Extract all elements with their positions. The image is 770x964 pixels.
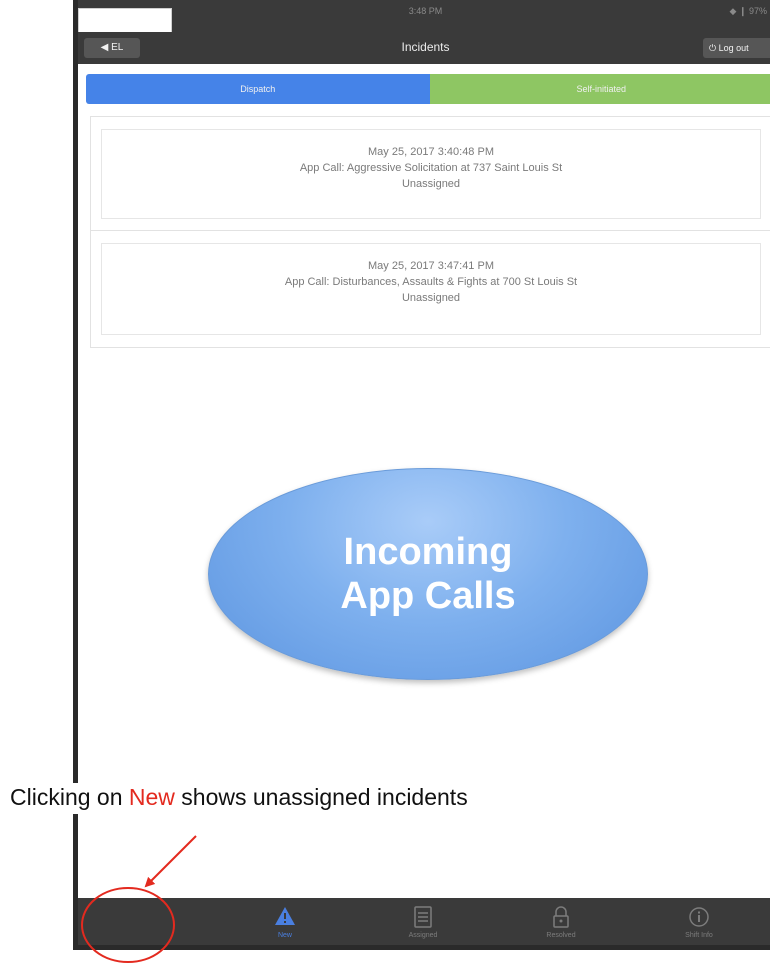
annotation-suffix: shows unassigned incidents (174, 784, 468, 810)
incoming-app-calls-callout: Incoming App Calls (208, 468, 648, 680)
tab-blank (78, 898, 216, 945)
incident-status: Unassigned (401, 292, 461, 304)
annotation-caption: Clicking on New shows unassigned inciden… (8, 783, 474, 814)
annotation-highlight: New (128, 784, 175, 810)
tab-assigned-label: Assigned (408, 932, 438, 939)
status-time: 3:48 PM (408, 6, 443, 16)
page-title: Incidents (401, 40, 450, 54)
tab-new-label: New (277, 932, 292, 939)
incident-datetime: May 25, 2017 3:40:48 PM (368, 146, 494, 158)
incident-card[interactable]: May 25, 2017 3:40:48 PM App Call: Aggres… (101, 129, 761, 219)
document-icon (413, 906, 433, 930)
tab-resolved-label: Resolved (546, 932, 576, 939)
tab-shift-info-label: Shift Info (685, 932, 713, 939)
incident-row[interactable]: May 25, 2017 3:47:41 PM App Call: Distur… (90, 230, 770, 348)
tab-shift-info[interactable]: Shift Info (630, 898, 768, 945)
tab-resolved[interactable]: Resolved (492, 898, 630, 945)
logout-button[interactable]: ⏻ Log out (703, 38, 770, 58)
callout-line-1: Incoming (343, 531, 513, 573)
segment-self-initiated[interactable]: Self-initiated (429, 74, 770, 104)
screenshot-canvas: 3:48 PM ◆ ❙ 97% ◀ EL Incidents ⏻ Log out… (0, 0, 770, 964)
status-bar: 3:48 PM ◆ ❙ 97% (78, 0, 770, 36)
incident-row[interactable]: May 25, 2017 3:40:48 PM App Call: Aggres… (90, 116, 770, 232)
info-icon (688, 906, 710, 930)
warning-triangle-icon (274, 906, 296, 928)
incident-datetime: May 25, 2017 3:47:41 PM (368, 260, 494, 272)
callout-line-2: App Calls (340, 575, 516, 617)
tab-new[interactable]: New (216, 898, 354, 945)
segment-dispatch[interactable]: Dispatch (86, 74, 430, 104)
lock-icon (551, 906, 571, 930)
incident-card[interactable]: May 25, 2017 3:47:41 PM App Call: Distur… (101, 243, 761, 335)
incident-status: Unassigned (401, 178, 461, 190)
status-battery: ◆ ❙ 97% (729, 6, 767, 16)
tab-assigned[interactable]: Assigned (354, 898, 492, 945)
annotation-prefix: Clicking on (10, 784, 129, 810)
incident-description: App Call: Disturbances, Assaults & Fight… (284, 276, 578, 288)
tab-bar: New Assigned Resolved Shift Info (78, 898, 770, 945)
nav-bar: ◀ EL Incidents ⏻ Log out (78, 32, 770, 64)
dispatch-segmented-control: Dispatch Self-initiated (86, 74, 770, 104)
incident-description: App Call: Aggressive Solicitation at 737… (299, 162, 563, 174)
